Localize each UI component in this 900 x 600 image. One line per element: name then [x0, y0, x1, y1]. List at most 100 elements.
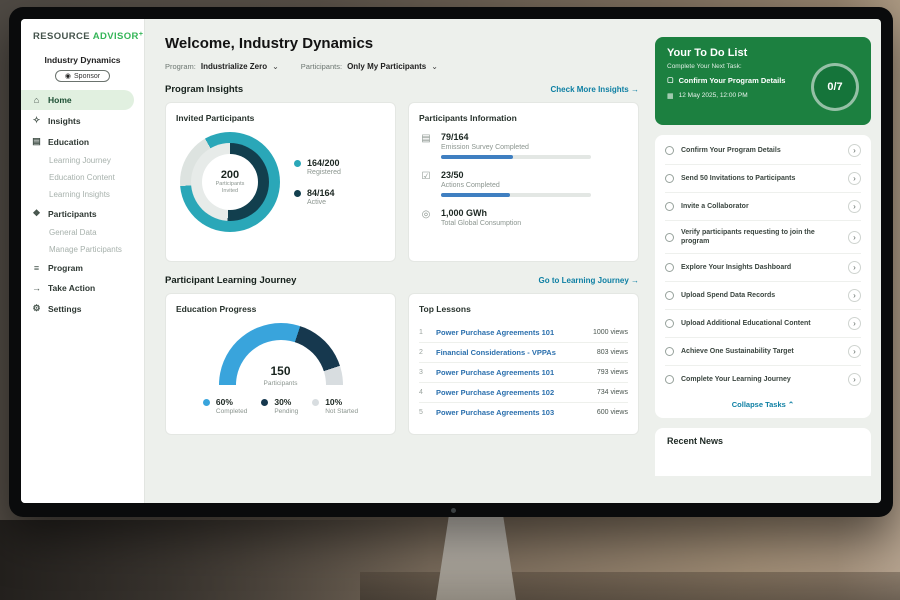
- chevron-down-icon: ⌄: [272, 62, 279, 71]
- task-row[interactable]: Explore Your Insights Dashboard ›: [665, 254, 861, 282]
- sidebar: RESOURCE ADVISOR+ Industry Dynamics ◉ Sp…: [21, 19, 145, 503]
- chevron-right-icon[interactable]: ›: [848, 289, 861, 302]
- sidebar-item-learning-insights[interactable]: Learning Insights: [21, 186, 144, 203]
- sidebar-item-program[interactable]: ≡ Program: [21, 258, 144, 278]
- lesson-link[interactable]: Power Purchase Agreements 102: [436, 388, 590, 397]
- education-gauge-chart: 150 Participants: [219, 323, 343, 387]
- progress-fill: [441, 155, 513, 159]
- collapse-tasks-link[interactable]: Collapse Tasks ⌃: [665, 393, 861, 418]
- legend-item-registered: 164/200 Registered: [294, 158, 341, 176]
- lesson-link[interactable]: Power Purchase Agreements 101: [436, 368, 590, 377]
- sidebar-item-education[interactable]: ▤ Education: [21, 131, 144, 152]
- sidebar-item-label: Program: [48, 263, 83, 273]
- task-checkbox-icon[interactable]: [665, 146, 674, 155]
- task-row[interactable]: Send 50 Invitations to Participants ›: [665, 165, 861, 193]
- todo-tasks-card: Confirm Your Program Details › Send 50 I…: [655, 135, 871, 418]
- sidebar-item-label: Education: [48, 137, 89, 147]
- sponsor-badge[interactable]: ◉ Sponsor: [55, 70, 110, 82]
- program-icon: ≡: [31, 263, 42, 273]
- learning-cards-row: Education Progress 150 Participants: [165, 293, 639, 435]
- sidebar-item-manage-participants[interactable]: Manage Participants: [21, 241, 144, 258]
- take-action-icon: →: [31, 283, 42, 293]
- gauge-legend: 60% Completed 30% Pending: [176, 397, 385, 415]
- sidebar-item-label: Settings: [48, 304, 82, 314]
- go-to-learning-journey-link[interactable]: Go to Learning Journey →: [539, 276, 639, 285]
- sidebar-item-insights[interactable]: ✧ Insights: [21, 110, 144, 131]
- sidebar-item-label: Take Action: [48, 283, 95, 293]
- lesson-link[interactable]: Financial Considerations - VPPAs: [436, 348, 590, 357]
- main-content: Welcome, Industry Dynamics Program: Indu…: [145, 19, 651, 503]
- card-title: Invited Participants: [176, 113, 385, 123]
- program-insights-header: Program Insights Check More Insights →: [165, 84, 639, 95]
- task-checkbox-icon[interactable]: [665, 347, 674, 356]
- program-filter-value: Industrialize Zero: [201, 62, 267, 71]
- card-title: Top Lessons: [419, 304, 628, 314]
- task-checkbox-icon[interactable]: [665, 291, 674, 300]
- recent-news-card: Recent News: [655, 428, 871, 476]
- chevron-right-icon[interactable]: ›: [848, 231, 861, 244]
- lesson-link[interactable]: Power Purchase Agreements 101: [436, 328, 586, 337]
- chevron-right-icon[interactable]: ›: [848, 317, 861, 330]
- todo-summary-card: Your To Do List Complete Your Next Task:…: [655, 37, 871, 125]
- task-row[interactable]: Upload Spend Data Records ›: [665, 282, 861, 310]
- participants-filter[interactable]: Participants: Only My Participants ⌄: [301, 62, 438, 71]
- lesson-link[interactable]: Power Purchase Agreements 103: [436, 408, 590, 417]
- calendar-icon: ▦: [667, 92, 674, 100]
- chevron-right-icon[interactable]: ›: [848, 345, 861, 358]
- chevron-right-icon[interactable]: ›: [848, 261, 861, 274]
- donut-legend: 164/200 Registered 84/164 Active: [294, 158, 341, 206]
- task-checkbox-icon[interactable]: [665, 202, 674, 211]
- task-checkbox-icon[interactable]: [665, 375, 674, 384]
- program-filter[interactable]: Program: Industrialize Zero ⌄: [165, 62, 279, 71]
- task-row[interactable]: Invite a Collaborator ›: [665, 193, 861, 221]
- not-started-dot-icon: [312, 399, 319, 406]
- lesson-row: 4 Power Purchase Agreements 102 734 view…: [419, 383, 628, 403]
- task-row[interactable]: Complete Your Learning Journey ›: [665, 366, 861, 393]
- participants-filter-value: Only My Participants: [347, 62, 426, 71]
- sidebar-item-education-content[interactable]: Education Content: [21, 169, 144, 186]
- checkbox-icon: ▢: [667, 76, 674, 85]
- task-row[interactable]: Confirm Your Program Details ›: [665, 137, 861, 165]
- chevron-right-icon[interactable]: ›: [848, 200, 861, 213]
- sponsor-label: Sponsor: [74, 73, 100, 80]
- chevron-right-icon[interactable]: ›: [848, 172, 861, 185]
- monitor-stand: [436, 516, 516, 600]
- task-checkbox-icon[interactable]: [665, 263, 674, 272]
- chevron-down-icon: ⌄: [431, 62, 438, 71]
- sponsor-icon: ◉: [65, 72, 71, 80]
- sidebar-item-participants[interactable]: ❖ Participants: [21, 203, 144, 224]
- filters-row: Program: Industrialize Zero ⌄ Participan…: [165, 62, 639, 71]
- logo-primary: RESOURCE: [33, 31, 90, 42]
- actions-progressbar: [441, 193, 591, 197]
- logo-plus: +: [139, 31, 144, 38]
- survey-icon: ▤: [419, 133, 433, 159]
- invited-participants-card: Invited Participants 200 Participants In…: [165, 102, 396, 262]
- education-icon: ▤: [31, 136, 42, 147]
- task-checkbox-icon[interactable]: [665, 174, 674, 183]
- task-row[interactable]: Verify participants requesting to join t…: [665, 221, 861, 254]
- card-title: Education Progress: [176, 304, 385, 314]
- org-name: Industry Dynamics: [25, 55, 140, 65]
- chevron-right-icon[interactable]: ›: [848, 144, 861, 157]
- program-filter-label: Program:: [165, 62, 196, 71]
- sidebar-item-learning-journey[interactable]: Learning Journey: [21, 152, 144, 169]
- task-checkbox-icon[interactable]: [665, 319, 674, 328]
- dashboard-screen: RESOURCE ADVISOR+ Industry Dynamics ◉ Sp…: [21, 19, 881, 503]
- education-progress-card: Education Progress 150 Participants: [165, 293, 396, 435]
- consumption-icon: ◎: [419, 209, 433, 231]
- legend-item-active: 84/164 Active: [294, 188, 341, 206]
- todo-next-task[interactable]: ▢ Confirm Your Program Details: [667, 76, 807, 86]
- legend-item-not-started: 10% Not Started: [312, 397, 358, 415]
- sidebar-item-label: Home: [48, 95, 72, 105]
- task-checkbox-icon[interactable]: [665, 233, 674, 242]
- task-row[interactable]: Achieve One Sustainability Target ›: [665, 338, 861, 366]
- emission-survey-progressbar: [441, 155, 591, 159]
- sidebar-item-take-action[interactable]: → Take Action: [21, 278, 144, 298]
- task-row[interactable]: Upload Additional Educational Content ›: [665, 310, 861, 338]
- chevron-right-icon[interactable]: ›: [848, 373, 861, 386]
- sidebar-item-general-data[interactable]: General Data: [21, 224, 144, 241]
- sidebar-item-home[interactable]: ⌂ Home: [21, 90, 134, 110]
- check-more-insights-link[interactable]: Check More Insights →: [551, 85, 639, 94]
- lesson-row: 1 Power Purchase Agreements 101 1000 vie…: [419, 323, 628, 343]
- sidebar-item-settings[interactable]: ⚙ Settings: [21, 298, 144, 319]
